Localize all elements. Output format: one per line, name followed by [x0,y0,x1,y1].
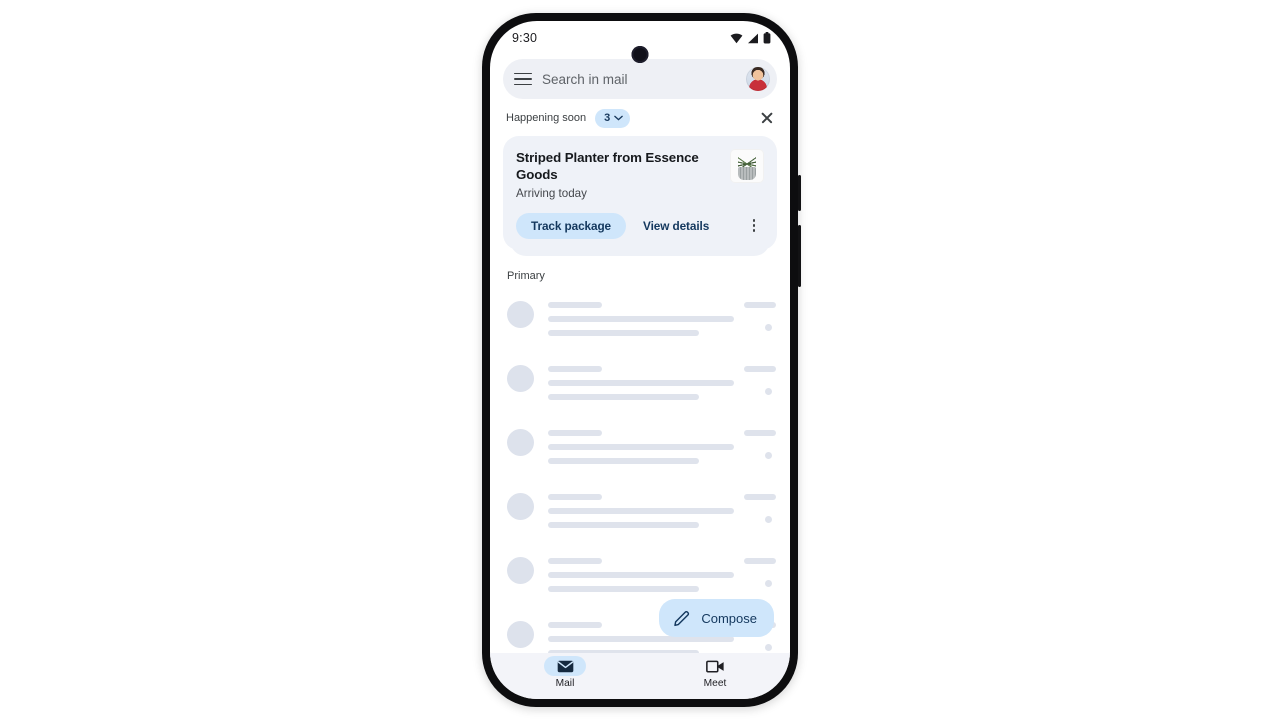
skeleton-bar-sender [548,621,602,628]
front-camera-punch-hole [631,46,649,63]
list-item[interactable] [490,482,790,546]
package-card-stack: Striped Planter from Essence Goods Arriv… [503,136,777,256]
skeleton-bar-preview [548,457,699,464]
nav-label-mail: Mail [555,678,575,689]
view-details-button[interactable]: View details [630,213,722,239]
hamburger-menu-icon[interactable] [514,72,532,86]
skeleton-dot-star [765,643,772,651]
skeleton-bar-subject [548,315,734,322]
skeleton-bar-sender [548,429,602,436]
skeleton-bar-preview [548,393,699,400]
pencil-edit-icon [674,611,690,627]
skeleton-bar-sender [548,493,602,500]
skeleton-avatar [507,492,534,520]
track-package-button[interactable]: Track package [516,212,627,239]
skeleton-meta [734,552,776,587]
skeleton-bar-date [744,365,776,372]
skeleton-avatar [507,428,534,456]
list-item[interactable] [490,418,790,482]
skeleton-dot-star [765,515,772,523]
skeleton-bar-subject [548,571,734,578]
skeleton-dot-star [765,579,772,587]
skeleton-meta [734,424,776,459]
skeleton-dot-star [765,387,772,395]
nav-label-meet: Meet [703,678,727,689]
skeleton-avatar [507,556,534,584]
search-bar[interactable]: Search in mail [503,59,777,99]
envelope-icon [557,660,573,672]
happening-soon-bar: Happening soon 3 [490,103,790,133]
chevron-down-icon [614,115,624,121]
phone-screen: 9:30 Search in mail Happening soon 3 Str… [490,21,790,699]
compose-button[interactable]: Compose [659,599,774,637]
skeleton-meta [734,488,776,523]
happening-soon-label: Happening soon [506,112,587,124]
skeleton-bar-sender [548,365,602,372]
video-camera-icon [705,660,724,673]
skeleton-bar-preview [548,329,699,336]
close-icon[interactable] [760,111,774,125]
skeleton-lines [534,296,734,336]
skeleton-bar-subject [548,443,734,450]
skeleton-lines [534,360,734,400]
skeleton-bar-date [744,493,776,500]
cellular-signal-icon [748,33,758,43]
list-item[interactable] [490,354,790,418]
skeleton-bar-date [744,557,776,564]
more-vertical-icon[interactable] [748,216,764,236]
skeleton-dot-star [765,323,772,331]
skeleton-bar-preview [548,521,699,528]
package-card[interactable]: Striped Planter from Essence Goods Arriv… [503,136,777,250]
striped-planter-image [730,149,764,183]
nav-active-pill-mail [544,656,586,676]
nav-item-meet[interactable]: Meet [640,656,790,689]
happening-soon-count-chip[interactable]: 3 [595,108,631,128]
list-item[interactable] [490,290,790,354]
bottom-navigation-bar: Mail Meet [490,653,790,699]
skeleton-bar-date [744,301,776,308]
skeleton-lines [534,424,734,464]
package-card-subtitle: Arriving today [516,186,587,200]
striped-pot [738,167,756,180]
skeleton-avatar [507,300,534,328]
status-bar-clock: 9:30 [512,31,538,45]
skeleton-bar-sender [548,301,602,308]
skeleton-bar-subject [548,379,734,386]
phone-device-frame: 9:30 Search in mail Happening soon 3 Str… [482,13,801,707]
nav-item-mail[interactable]: Mail [490,656,640,689]
account-avatar[interactable] [746,67,770,91]
skeleton-meta [734,296,776,331]
phone-volume-button[interactable] [798,225,801,287]
skeleton-bar-date [744,429,776,436]
skeleton-dot-star [765,451,772,459]
skeleton-lines [534,488,734,528]
skeleton-bar-sender [548,557,602,564]
package-card-title: Striped Planter from Essence Goods [516,150,699,183]
skeleton-bar-subject [548,507,734,514]
package-card-actions: Track package View details [516,212,764,239]
skeleton-lines [534,552,734,592]
battery-icon [763,32,771,44]
nav-pill-meet [694,656,736,676]
skeleton-avatar [507,620,534,648]
status-bar-icons [730,32,771,44]
skeleton-avatar [507,364,534,392]
skeleton-meta [734,360,776,395]
package-card-text: Striped Planter from Essence Goods Arriv… [516,149,720,200]
happening-soon-count: 3 [604,112,611,124]
search-input[interactable]: Search in mail [542,72,736,87]
wifi-icon [730,33,743,43]
package-card-header: Striped Planter from Essence Goods Arriv… [516,149,764,200]
screenshot-canvas: 9:30 Search in mail Happening soon 3 Str… [0,0,1280,720]
phone-power-button[interactable] [798,175,801,211]
compose-label: Compose [701,610,757,626]
skeleton-bar-preview [548,585,699,592]
